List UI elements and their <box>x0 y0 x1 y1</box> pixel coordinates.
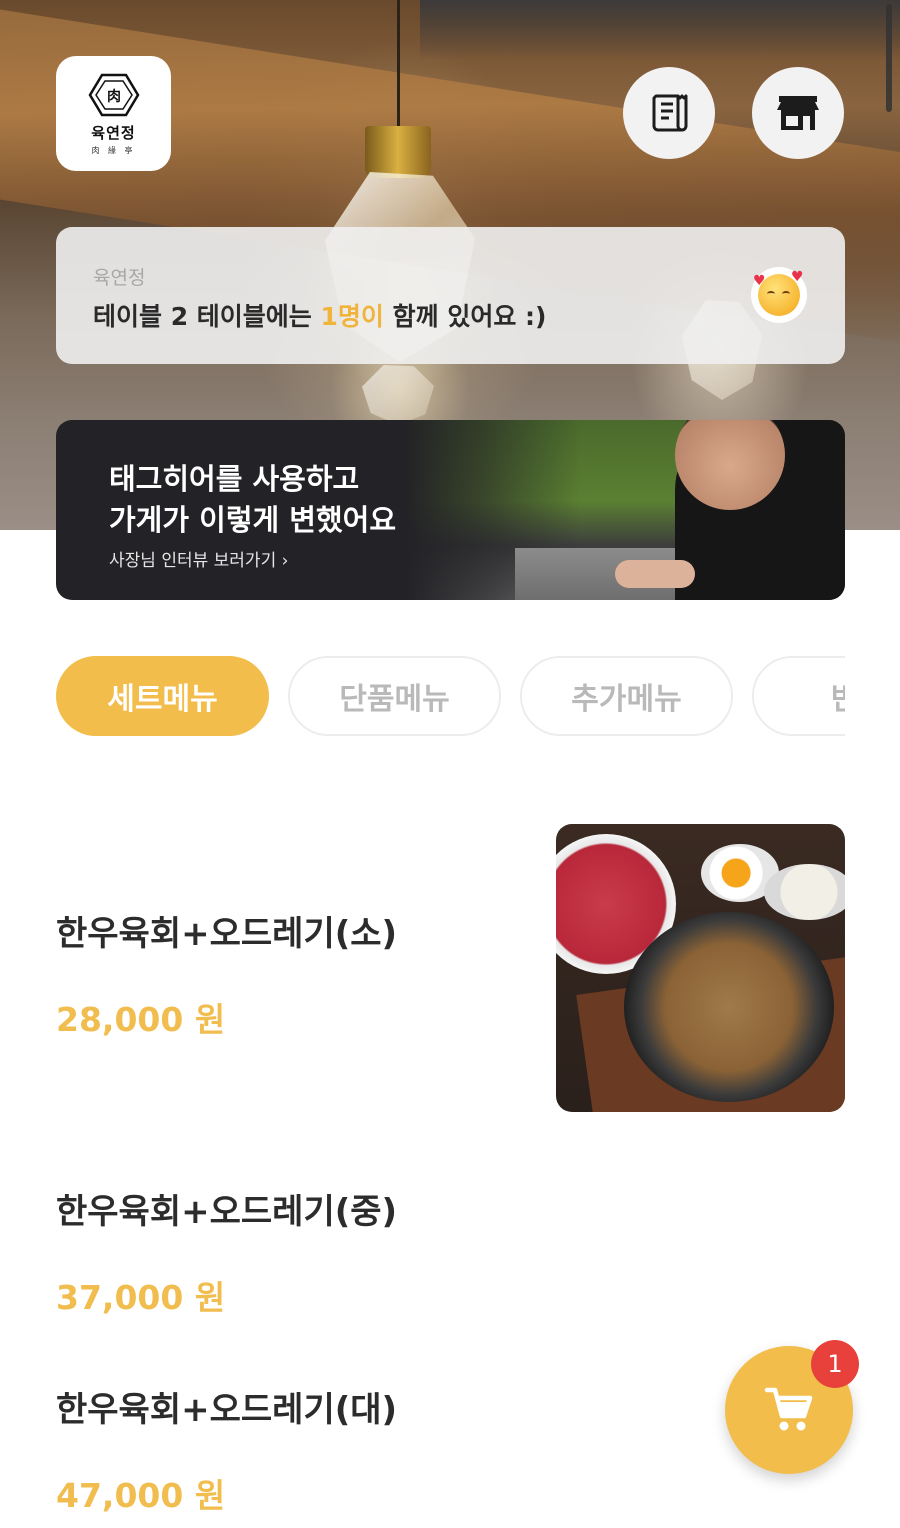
store-icon <box>777 96 819 130</box>
order-history-button[interactable] <box>623 67 715 159</box>
store-name: 육연정 <box>93 267 146 289</box>
interview-banner[interactable]: 태그히어를 사용하고 가게가 이렇게 변했어요 사장님 인터뷰 보러가기 › <box>56 420 845 600</box>
store-info-button[interactable] <box>752 67 844 159</box>
menu-item-name: 한우육회+오드레기(대) <box>56 1390 398 1430</box>
svg-text:肉: 肉 <box>107 88 121 105</box>
menu-item[interactable]: 한우육회+오드레기(대) 47,000 원 <box>56 1382 397 1517</box>
menu-item[interactable]: 한우육회+오드레기(중) 37,000 원 <box>56 1184 397 1319</box>
receipt-icon <box>652 94 688 132</box>
tab-single-menu[interactable]: 단품메뉴 <box>288 656 501 736</box>
logo-subtitle: 肉 緣 亭 <box>91 145 136 155</box>
pendant-lamp-tertiary <box>362 365 434 425</box>
table-guest-message: 테이블 2 테이블에는 1명이 함께 있어요 :) <box>93 297 546 333</box>
tab-extra-menu[interactable]: 추가메뉴 <box>520 656 733 736</box>
menu-item-price: 28,000 원 <box>56 1000 226 1039</box>
store-logo[interactable]: 肉 육연정 肉 緣 亭 <box>56 56 171 171</box>
lamp-cord <box>397 0 400 128</box>
tab-set-menu[interactable]: 세트메뉴 <box>56 656 269 736</box>
menu-item-name: 한우육회+오드레기(소) <box>56 914 398 954</box>
message-suffix: 함께 있어요 :) <box>383 302 547 331</box>
banner-title-line2: 가게가 이렇게 변했어요 <box>109 503 396 537</box>
banner-link[interactable]: 사장님 인터뷰 보러가기 › <box>109 546 288 571</box>
banner-title-line1: 태그히어를 사용하고 <box>109 462 360 496</box>
menu-item[interactable]: 한우육회+오드레기(소) 28,000 원 <box>56 906 397 1041</box>
category-tabs: 세트메뉴 단품메뉴 추가메뉴 반찬 <box>56 656 845 736</box>
cart-icon <box>764 1387 813 1431</box>
menu-item-photo[interactable] <box>556 824 845 1112</box>
tab-side-dish[interactable]: 반찬 <box>752 656 845 736</box>
banner-photo-hand <box>615 560 695 588</box>
scrollbar[interactable] <box>886 4 892 112</box>
smiling-face-with-hearts-icon: ♥ ♥ <box>751 267 807 323</box>
photo-hot-pan <box>624 912 834 1102</box>
menu-item-price: 37,000 원 <box>56 1278 226 1317</box>
menu-item-name: 한우육회+오드레기(중) <box>56 1192 398 1232</box>
lamp-cap <box>365 126 431 178</box>
guest-count: 1명이 <box>320 302 384 331</box>
heart-icon: ♥ <box>791 269 804 285</box>
message-prefix: 테이블 2 테이블에는 <box>93 302 321 331</box>
logo-name: 육연정 <box>91 123 136 142</box>
menu-item-price: 47,000 원 <box>56 1476 226 1515</box>
photo-radish-dish <box>764 864 845 920</box>
cart-count-badge: 1 <box>811 1340 859 1388</box>
ceiling-shadow <box>420 0 900 60</box>
logo-emblem-icon: 肉 <box>88 73 139 116</box>
table-info-card: 육연정 테이블 2 테이블에는 1명이 함께 있어요 :) ♥ ♥ <box>56 227 845 364</box>
heart-icon: ♥ <box>753 273 766 289</box>
